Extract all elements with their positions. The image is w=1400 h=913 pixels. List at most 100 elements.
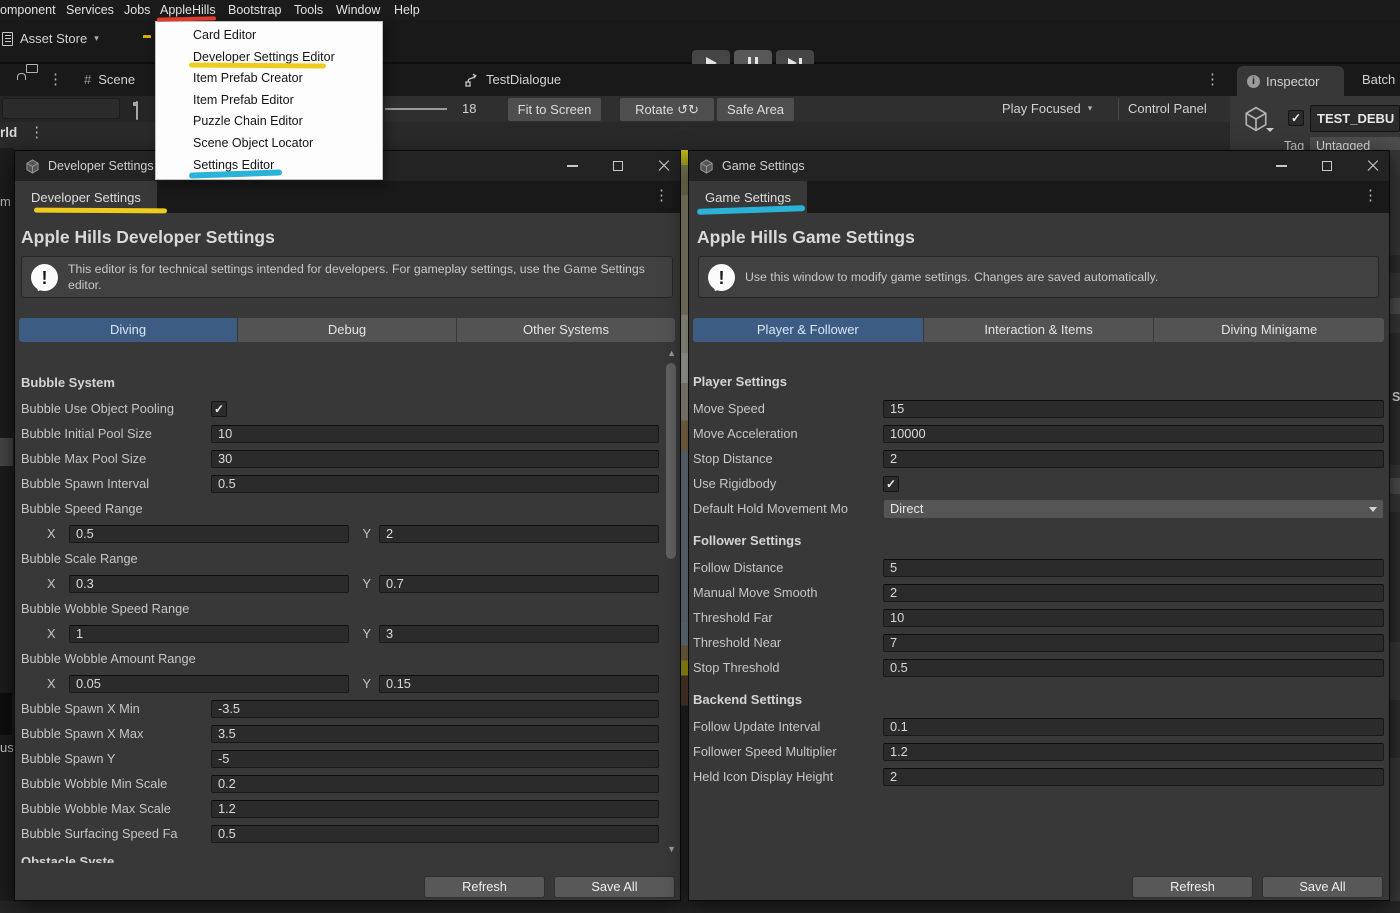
settings-tab-interaction-items[interactable]: Interaction & Items — [924, 318, 1154, 342]
vector-y-input[interactable]: 2 — [379, 525, 659, 543]
kebab-menu-icon[interactable]: ⋮ — [29, 125, 44, 140]
field-input[interactable]: 1.2 — [211, 800, 659, 818]
asset-store-tab[interactable]: Asset Store ▾ — [2, 31, 99, 46]
field-input[interactable]: 10 — [211, 425, 659, 443]
vector-x-input[interactable]: 0.5 — [69, 525, 349, 543]
safe-area-button[interactable]: Safe Area — [717, 98, 794, 121]
menu-item-item-prefab-editor[interactable]: Item Prefab Editor — [156, 90, 382, 112]
settings-tab-diving-minigame[interactable]: Diving Minigame — [1154, 318, 1384, 342]
settings-tab-other-systems[interactable]: Other Systems — [457, 318, 675, 342]
menu-item-item-prefab-creator[interactable]: Item Prefab Creator — [156, 68, 382, 90]
object-name-field[interactable]: TEST_DEBU — [1310, 105, 1400, 132]
field-input[interactable]: -5 — [211, 750, 659, 768]
settings-tab-bar: DivingDebugOther Systems — [19, 318, 675, 342]
kebab-menu-icon[interactable]: ⋮ — [654, 188, 669, 203]
field-input[interactable]: 30 — [211, 450, 659, 468]
menubar-item-help[interactable]: Help — [394, 3, 420, 17]
vector-x-input[interactable]: 1 — [69, 625, 349, 643]
vector-x-input[interactable]: 0.3 — [69, 575, 349, 593]
field-input[interactable]: 1.2 — [883, 743, 1384, 761]
dropdown-value: Direct — [890, 501, 923, 516]
refresh-button[interactable]: Refresh — [424, 876, 545, 898]
field-input[interactable]: 0.5 — [211, 475, 659, 493]
menu-item-puzzle-chain-editor[interactable]: Puzzle Chain Editor — [156, 111, 382, 133]
maximize-button[interactable] — [610, 158, 626, 174]
field-row: Move Speed15 — [693, 396, 1384, 421]
field-input[interactable]: 0.5 — [211, 825, 659, 843]
control-panel-button[interactable]: Control Panel — [1128, 101, 1207, 116]
maximize-button[interactable] — [1319, 158, 1335, 174]
active-checkbox[interactable]: ✓ — [1288, 110, 1304, 126]
field-input[interactable]: 0.1 — [883, 718, 1384, 736]
fit-to-screen-button[interactable]: Fit to Screen — [508, 98, 601, 121]
refresh-button[interactable]: Refresh — [1132, 876, 1253, 898]
menubar-item-window[interactable]: Window — [336, 3, 380, 17]
scroll-down-icon[interactable]: ▼ — [667, 844, 676, 854]
vector-y-input[interactable]: 0.7 — [379, 575, 659, 593]
check-icon: ✓ — [1291, 112, 1301, 124]
checkbox[interactable]: ✓ — [211, 401, 227, 417]
settings-tab-player-follower[interactable]: Player & Follower — [693, 318, 923, 342]
settings-tab-debug[interactable]: Debug — [238, 318, 456, 342]
vector-y-input[interactable]: 3 — [379, 625, 659, 643]
field-input[interactable]: 15 — [883, 400, 1384, 418]
search-input[interactable] — [2, 98, 120, 119]
field-input[interactable]: 3.5 — [211, 725, 659, 743]
menu-item-scene-object-locator[interactable]: Scene Object Locator — [156, 133, 382, 155]
menubar-item-applehills[interactable]: AppleHills — [160, 3, 216, 17]
chevron-down-icon[interactable] — [1266, 128, 1274, 132]
field-input[interactable]: 7 — [883, 634, 1384, 652]
field-row: Bubble Surfacing Speed Fa0.5 — [21, 821, 659, 846]
settings-tab-diving[interactable]: Diving — [19, 318, 237, 342]
unity-editor-screen: { "icons": { "kebab": "⋮", "check": "✓",… — [0, 0, 1400, 913]
dropdown[interactable]: Direct — [883, 499, 1384, 519]
axis-y-label: Y — [357, 576, 371, 591]
field-label: Stop Threshold — [693, 660, 883, 675]
tab-test-dialogue[interactable]: TestDialogue — [465, 72, 561, 87]
kebab-menu-icon[interactable]: ⋮ — [1205, 72, 1220, 87]
field-input[interactable]: 10 — [883, 609, 1384, 627]
field-input[interactable]: 0.5 — [883, 659, 1384, 677]
save-all-button[interactable]: Save All — [554, 876, 675, 898]
tab-inspector[interactable]: i Inspector — [1237, 66, 1344, 96]
minimize-button[interactable] — [564, 158, 580, 174]
tab-batch[interactable]: Batch — [1362, 72, 1400, 87]
menu-item-card-editor[interactable]: Card Editor — [156, 25, 382, 47]
vector-x-input[interactable]: 0.05 — [69, 675, 349, 693]
field-input[interactable]: 2 — [883, 584, 1384, 602]
checkbox[interactable]: ✓ — [883, 476, 899, 492]
close-button[interactable] — [656, 158, 672, 174]
play-focused-dropdown[interactable]: Play Focused ▾ — [1002, 101, 1092, 116]
scrollbar-thumb[interactable] — [666, 363, 676, 559]
menubar-item-bootstrap[interactable]: Bootstrap — [228, 3, 282, 17]
minimize-button[interactable] — [1273, 158, 1289, 174]
kebab-menu-icon[interactable]: ⋮ — [48, 72, 63, 87]
field-row: Bubble Spawn X Min-3.5 — [21, 696, 659, 721]
window-titlebar[interactable]: Game Settings — [689, 151, 1389, 181]
field-row: Bubble Wobble Amount Range — [21, 646, 659, 671]
field-input[interactable]: -3.5 — [211, 700, 659, 718]
field-input[interactable]: 0.2 — [211, 775, 659, 793]
field-input[interactable]: 5 — [883, 559, 1384, 577]
field-label: Manual Move Smooth — [693, 585, 883, 600]
section-title: Backend Settings — [693, 690, 1384, 714]
close-button[interactable] — [1365, 158, 1381, 174]
zoom-slider[interactable] — [385, 108, 447, 110]
kebab-menu-icon[interactable]: ⋮ — [1363, 188, 1378, 203]
rotate-button[interactable]: Rotate ↺↻ — [620, 98, 714, 121]
vector-y-input[interactable]: 0.15 — [379, 675, 659, 693]
field-input[interactable]: 2 — [883, 450, 1384, 468]
menubar-item-jobs[interactable]: Jobs — [124, 3, 150, 17]
scroll-up-icon[interactable]: ▲ — [667, 348, 676, 358]
save-all-button[interactable]: Save All — [1262, 876, 1383, 898]
annotation-red-underline — [157, 16, 216, 21]
menubar-item-services[interactable]: Services — [66, 3, 114, 17]
field-label: Threshold Far — [693, 610, 883, 625]
field-input[interactable]: 10000 — [883, 425, 1384, 443]
tab-scene[interactable]: # Scene — [84, 72, 135, 87]
field-input[interactable]: 2 — [883, 768, 1384, 786]
menubar-item-tools[interactable]: Tools — [294, 3, 323, 17]
menubar-item-omponent[interactable]: omponent — [0, 3, 56, 17]
inspector-edge-sliver: S — [1390, 150, 1400, 901]
maximize-view-icon[interactable] — [136, 101, 138, 120]
